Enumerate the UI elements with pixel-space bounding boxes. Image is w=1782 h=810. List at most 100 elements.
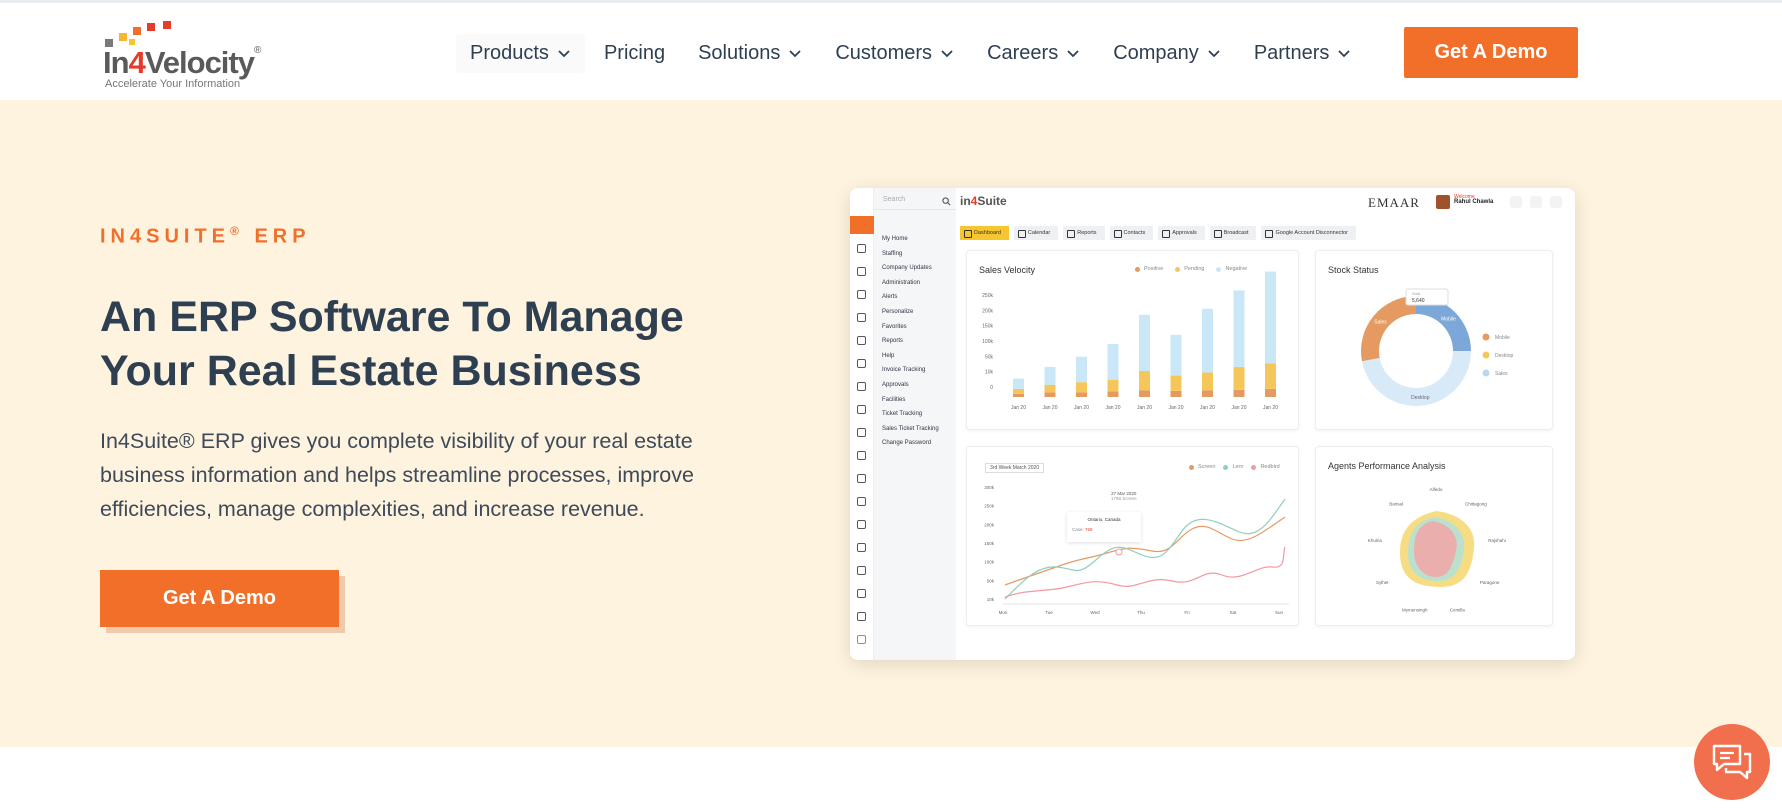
get-demo-button-hero[interactable]: Get A Demo — [100, 570, 339, 627]
menu-icon[interactable] — [857, 244, 866, 253]
menu-icon[interactable] — [857, 290, 866, 299]
bell-icon — [1510, 196, 1522, 208]
x-tick-label: Jan 20 — [1231, 405, 1246, 411]
nav-company[interactable]: Company — [1113, 42, 1221, 65]
menu-icon[interactable] — [857, 428, 866, 437]
nav-partners[interactable]: Partners — [1254, 42, 1352, 65]
chevron-down-icon — [1338, 50, 1351, 58]
nav-solutions[interactable]: Solutions — [698, 42, 802, 65]
menu-icon[interactable] — [857, 497, 866, 506]
series-line — [1004, 546, 1286, 598]
donut-label: Mobile — [1441, 316, 1456, 322]
search-icon — [942, 197, 951, 206]
dashboard-menu-item[interactable]: Change Password — [882, 440, 931, 446]
menu-icon[interactable] — [857, 405, 866, 414]
dashboard-menu-item[interactable]: Alerts — [882, 294, 897, 300]
dashboard-menu-item[interactable]: Sales Ticket Tracking — [882, 426, 939, 432]
dashboard-tab[interactable]: Calendar — [1013, 226, 1059, 240]
x-tick-label: Tue — [1045, 610, 1053, 615]
menu-icon[interactable] — [857, 589, 866, 598]
menu-icon[interactable] — [857, 267, 866, 276]
donut-label: Sales — [1374, 320, 1387, 326]
nav-products[interactable]: Products — [456, 33, 585, 73]
y-tick-label: 100k — [984, 560, 995, 565]
donut-tooltip-label: Sold — [1412, 291, 1420, 296]
x-tick-label: Jan 20 — [1137, 405, 1152, 411]
get-demo-button-header[interactable]: Get A Demo — [1404, 27, 1578, 78]
logout-icon — [1550, 196, 1562, 208]
y-tick-label: 200k — [984, 522, 995, 527]
bar-negative — [1076, 356, 1087, 383]
dashboard-menu-item[interactable]: Favorites — [882, 324, 907, 330]
dashboard-tab[interactable]: Reports — [1063, 226, 1105, 240]
avatar — [1436, 195, 1450, 209]
menu-icon[interactable] — [857, 474, 866, 483]
dashboard-preview: Search My Home Staffing Company Updates Adm… — [850, 188, 1575, 660]
brand-logo[interactable]: In4Velocity® Accelerate Your Information — [101, 19, 271, 90]
dashboard-menu-item[interactable]: Help — [882, 353, 894, 359]
menu-icon[interactable] — [857, 382, 866, 391]
hero-section: IN4SUITE® ERP An ERP Software To Manage … — [0, 100, 1782, 747]
x-tick-label: Jan 20 — [1200, 405, 1215, 411]
dashboard-menu-item[interactable]: Invoice Tracking — [882, 367, 925, 373]
message-icon — [1530, 196, 1542, 208]
dashboard-menu-item[interactable]: Staffing — [882, 251, 902, 257]
dashboard-main: in4Suite EMAAR Welcome Rahul Chawla Dash… — [956, 188, 1575, 660]
y-tick-label: 10k — [985, 370, 994, 376]
dashboard-tab[interactable]: Broadcast — [1209, 226, 1257, 240]
legend-dot — [1482, 369, 1490, 377]
dashboard-tabs: Dashboard Calendar Reports Contacts Approval… — [960, 226, 1361, 240]
bar-pending — [1170, 375, 1182, 391]
nav-careers[interactable]: Careers — [987, 42, 1080, 65]
bar-pending — [1013, 388, 1024, 394]
menu-icon[interactable] — [857, 359, 866, 368]
chevron-down-icon — [558, 50, 570, 58]
bar-pending — [1233, 366, 1245, 390]
bar-negative — [1202, 308, 1213, 373]
dashboard-menu-item[interactable]: Administration — [882, 280, 920, 286]
dashboard-menu-item[interactable]: Reports — [882, 338, 903, 344]
x-tick-label: Jan 20 — [1042, 405, 1057, 411]
radar-axis-label: Mymensingh — [1402, 607, 1428, 612]
menu-icon[interactable] — [857, 336, 866, 345]
x-tick-label: Thu — [1137, 610, 1145, 615]
logo-tagline: Accelerate Your Information — [105, 78, 241, 90]
menu-icon[interactable] — [857, 635, 866, 644]
radar-axis-label: Paragone — [1480, 580, 1500, 585]
y-tick-label: 250k — [982, 293, 993, 299]
nav-pricing[interactable]: Pricing — [604, 42, 665, 65]
dashboard-tab[interactable]: Dashboard — [960, 226, 1009, 240]
dashboard-menu-item[interactable]: Company Updates — [882, 265, 932, 271]
menu-icon[interactable] — [857, 313, 866, 322]
x-tick-label: Jan 20 — [1105, 405, 1120, 411]
bar-negative — [1044, 366, 1056, 385]
menu-icon[interactable] — [857, 612, 866, 621]
menu-icon[interactable] — [857, 566, 866, 575]
nav-customers[interactable]: Customers — [835, 42, 954, 65]
y-tick-label: 250k — [984, 504, 995, 509]
dashboard-menu-item[interactable]: Approvals — [882, 382, 909, 388]
dashboard-tab[interactable]: Contacts — [1109, 226, 1154, 240]
bar-pending — [1139, 370, 1150, 391]
bar-positive — [1233, 389, 1245, 397]
y-tick-label: 50k — [985, 354, 994, 360]
bar-pending — [1076, 382, 1087, 393]
dashboard-menu-item[interactable]: Ticket Tracking — [882, 411, 922, 417]
x-tick-label: Sat — [1230, 610, 1238, 615]
y-tick-label: 100k — [982, 339, 993, 345]
menu-icon[interactable] — [857, 451, 866, 460]
dashboard-menu-item[interactable]: Personalize — [882, 309, 913, 315]
logo-wordmark: In4Velocity® — [103, 45, 261, 80]
dashboard-tab[interactable]: Google Account Disconnector — [1261, 226, 1356, 240]
chat-button[interactable] — [1694, 724, 1770, 800]
dashboard-menu-item[interactable]: Facilities — [882, 397, 905, 403]
dashboard-menu-item[interactable]: My Home — [882, 236, 908, 242]
donut-label: Desktop — [1411, 395, 1430, 401]
bar-pending — [1044, 384, 1056, 393]
bar-positive — [1107, 391, 1119, 397]
bar-positive — [1076, 392, 1087, 397]
menu-icon[interactable] — [857, 520, 866, 529]
dashboard-tab[interactable]: Approvals — [1158, 226, 1205, 240]
menu-icon[interactable] — [857, 543, 866, 552]
x-tick-label: Wed — [1090, 610, 1100, 615]
